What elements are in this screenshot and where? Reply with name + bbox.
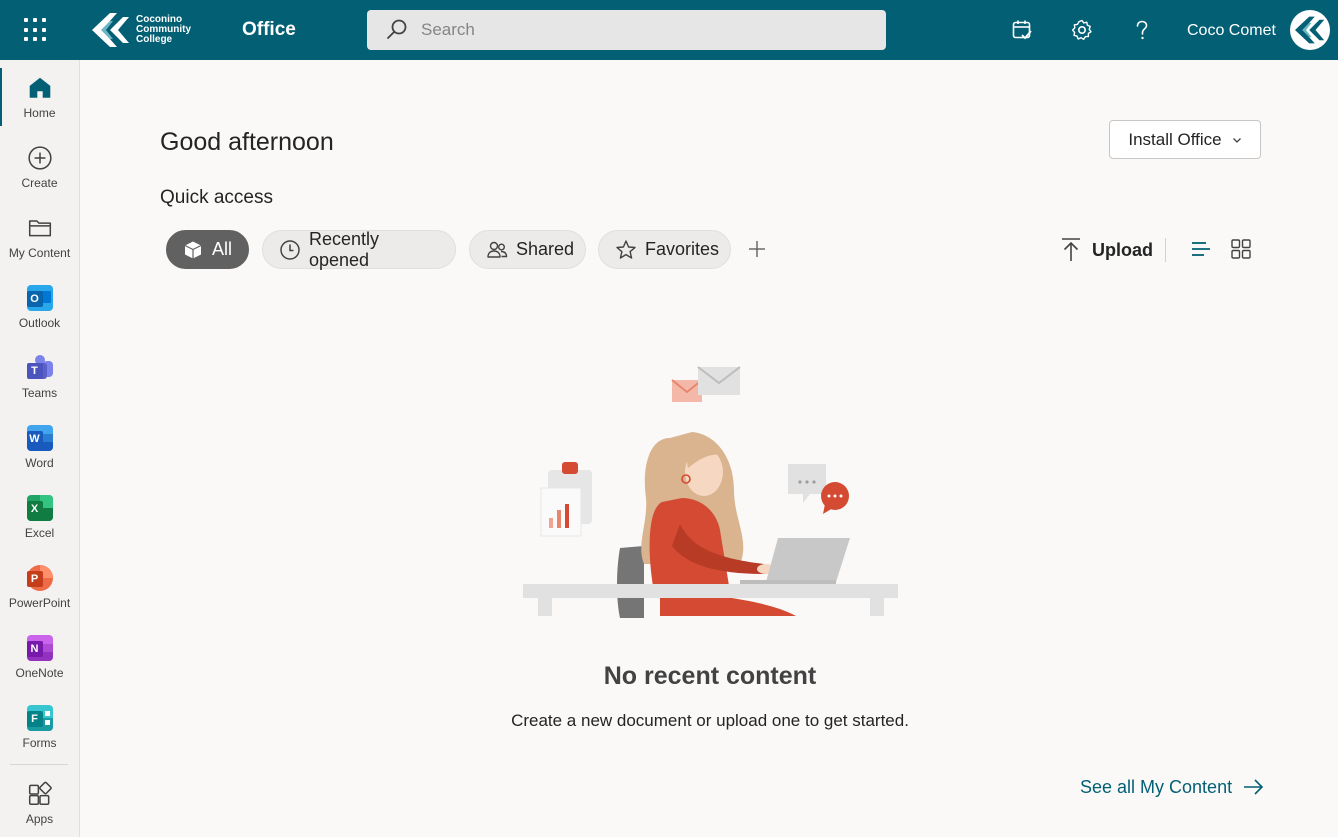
- rail-label: Outlook: [18, 316, 61, 330]
- quick-access-heading: Quick access: [160, 187, 273, 208]
- rail-item-apps[interactable]: Apps: [0, 770, 79, 836]
- app-launcher-icon[interactable]: [22, 16, 50, 44]
- rail-label: My Content: [8, 246, 71, 260]
- filter-recently-opened[interactable]: Recently opened: [262, 228, 456, 270]
- rail-item-home[interactable]: Home: [0, 64, 79, 130]
- upload-label: Upload: [1092, 239, 1153, 260]
- filter-favorites[interactable]: Favorites: [598, 230, 731, 269]
- grid-view-icon[interactable]: [1229, 237, 1253, 261]
- teams-icon: T: [26, 354, 54, 382]
- filter-label: Recently opened: [309, 228, 380, 270]
- folder-icon: [26, 214, 54, 242]
- help-icon[interactable]: [1128, 16, 1156, 44]
- avatar[interactable]: [1290, 10, 1330, 50]
- rail-item-word[interactable]: W Word: [0, 414, 79, 480]
- people-icon: [486, 239, 508, 261]
- toolbar-divider: [1165, 238, 1166, 262]
- my-day-icon[interactable]: [1008, 16, 1036, 44]
- app-title[interactable]: Office: [242, 19, 296, 41]
- logo-line-3: College: [136, 34, 173, 45]
- rail-divider: [10, 764, 68, 765]
- chevron-down-icon: [1232, 137, 1241, 143]
- search-input[interactable]: [421, 20, 861, 40]
- word-icon: W: [26, 424, 54, 452]
- clock-icon: [279, 239, 301, 261]
- top-bar: Coconino Community College Office Search…: [0, 0, 1338, 60]
- home-icon: [26, 74, 54, 102]
- search-icon: [387, 19, 407, 39]
- onenote-icon: N: [26, 634, 54, 662]
- rail-label: Word: [25, 456, 54, 470]
- outlook-icon: O: [26, 284, 54, 312]
- filter-shared[interactable]: Shared: [469, 230, 586, 269]
- install-office-label: Install Office: [1128, 129, 1222, 149]
- empty-state-title: No recent content: [603, 662, 817, 690]
- filter-label: Favorites: [645, 239, 720, 259]
- see-all-label: See all My Content: [1080, 776, 1233, 797]
- excel-icon: X: [26, 494, 54, 522]
- avatar-logo-icon: [1295, 16, 1325, 44]
- add-filter-icon[interactable]: [746, 238, 768, 260]
- rail-label: Home: [23, 106, 56, 120]
- filter-label: Shared: [516, 239, 575, 259]
- filter-all[interactable]: All: [166, 230, 249, 269]
- cube-icon: [183, 239, 204, 261]
- list-view-icon[interactable]: [1189, 237, 1213, 261]
- rail-label: Excel: [24, 526, 55, 540]
- college-logo-text: Coconino Community College: [136, 15, 191, 45]
- upload-icon: [1062, 238, 1080, 261]
- powerpoint-icon: P: [26, 564, 54, 592]
- rail-item-outlook[interactable]: O Outlook: [0, 274, 79, 340]
- rail-label: Forms: [22, 736, 57, 750]
- empty-state-illustration: [523, 366, 898, 618]
- rail-item-my-content[interactable]: My Content: [0, 204, 79, 270]
- user-name[interactable]: Coco Comet: [1187, 22, 1276, 40]
- greeting-heading: Good afternoon: [160, 128, 334, 156]
- rail-label: PowerPoint: [8, 596, 71, 610]
- filter-label: All: [211, 239, 232, 259]
- college-logo-mark: [92, 13, 129, 47]
- create-icon: [26, 144, 54, 172]
- star-icon: [615, 239, 637, 261]
- search-box[interactable]: [367, 10, 886, 50]
- rail-item-teams[interactable]: T Teams: [0, 344, 79, 410]
- rail-label: Create: [21, 176, 58, 190]
- college-logo[interactable]: Coconino Community College: [90, 10, 191, 50]
- rail-item-powerpoint[interactable]: P PowerPoint: [0, 554, 79, 620]
- settings-icon[interactable]: [1068, 16, 1096, 44]
- apps-icon: [26, 780, 54, 808]
- install-office-button[interactable]: Install Office: [1109, 120, 1261, 159]
- see-all-my-content-link[interactable]: See all My Content: [1080, 776, 1264, 798]
- upload-button[interactable]: Upload: [1060, 236, 1153, 264]
- rail-label: Teams: [21, 386, 58, 400]
- empty-state-subtitle: Create a new document or upload one to g…: [511, 711, 909, 730]
- rail-label: Apps: [25, 812, 54, 826]
- rail-item-excel[interactable]: X Excel: [0, 484, 79, 550]
- arrow-right-icon: [1244, 779, 1264, 795]
- rail-item-create[interactable]: Create: [0, 134, 79, 200]
